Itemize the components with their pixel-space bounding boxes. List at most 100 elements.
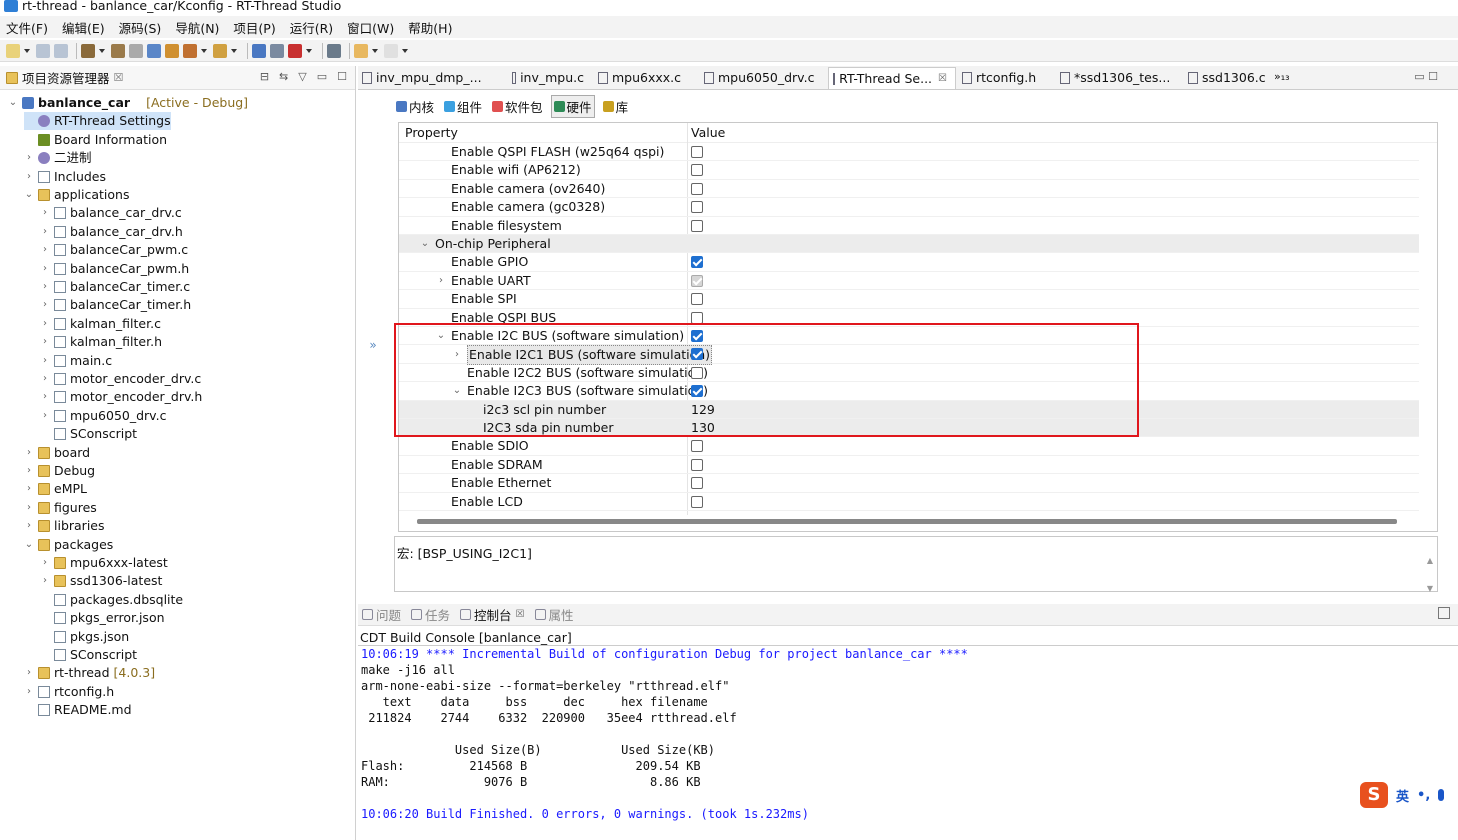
chevron-down-icon[interactable] (306, 48, 312, 53)
console-tab[interactable]: 问题 (362, 605, 401, 624)
property-row[interactable]: Enable camera (gc0328) (399, 198, 1419, 218)
chevron-icon[interactable]: › (24, 480, 34, 498)
chevron-icon[interactable]: › (40, 260, 50, 278)
editor-tab[interactable]: inv_mpu_dmp_... (358, 67, 506, 89)
menu-item[interactable]: 源码(S) (119, 18, 162, 37)
chevron-icon[interactable]: ⌄ (8, 94, 18, 112)
expand-panel-icon[interactable]: » (362, 334, 384, 356)
property-value-cell[interactable] (691, 143, 703, 163)
property-row[interactable]: Enable Ethernet (399, 474, 1419, 493)
settings-subtab[interactable]: 组件 (442, 96, 484, 117)
property-value-cell[interactable] (691, 161, 703, 181)
property-value-cell[interactable] (691, 180, 703, 200)
property-value-cell[interactable] (691, 290, 703, 310)
property-checkbox[interactable] (691, 311, 703, 324)
maximize-icon[interactable]: ☐ (337, 70, 347, 83)
property-row[interactable]: › Enable UART (399, 272, 1419, 291)
back-icon[interactable] (354, 43, 368, 58)
chevron-icon[interactable]: › (40, 296, 50, 314)
tree-item[interactable]: › balanceCar_timer.h (40, 296, 191, 314)
property-value-cell[interactable] (691, 198, 703, 218)
menu-item[interactable]: 编辑(E) (62, 18, 105, 37)
property-row[interactable]: ⌄ On-chip Peripheral (399, 235, 1419, 254)
chevron-icon[interactable]: ⌄ (24, 536, 34, 554)
property-checkbox[interactable] (691, 219, 703, 232)
tree-item[interactable]: › main.c (40, 352, 112, 370)
property-row[interactable]: Enable camera (ov2640) (399, 180, 1419, 200)
sdk-icon[interactable] (165, 43, 179, 58)
tree-item[interactable]: › libraries (24, 517, 105, 535)
menu-item[interactable]: 运行(R) (290, 18, 333, 37)
property-row[interactable]: Enable QSPI FLASH (w25q64 qspi) (399, 143, 1419, 163)
chevron-down-icon[interactable] (24, 48, 30, 53)
tree-item[interactable]: › rt-thread [4.0.3] (24, 664, 155, 682)
minimize-icon[interactable]: ▭ (317, 70, 327, 83)
editor-window-controls[interactable]: ▭ ☐ (1414, 70, 1438, 83)
tree-item[interactable]: › Debug (24, 462, 95, 480)
collapse-all-icon[interactable]: ⊟ (260, 70, 269, 83)
ime-language[interactable]: 英 (1396, 786, 1409, 805)
settings-subtab[interactable]: 软件包 (490, 96, 545, 117)
console-output[interactable]: 10:06:19 **** Incremental Build of confi… (358, 646, 1458, 822)
property-checkbox[interactable] (691, 146, 703, 158)
new-icon[interactable] (6, 43, 20, 58)
menu-item[interactable]: 窗口(W) (347, 18, 394, 37)
tree-item[interactable]: SConscript (40, 646, 137, 664)
tree-item[interactable]: RT-Thread Settings (24, 112, 171, 131)
tree-item[interactable]: ⌄ packages (24, 536, 114, 554)
download-icon[interactable] (213, 43, 227, 58)
property-checkbox[interactable] (691, 293, 703, 306)
chevron-icon[interactable]: › (24, 664, 34, 682)
property-value-cell[interactable] (691, 217, 703, 237)
tree-item[interactable]: › balanceCar_timer.c (40, 278, 190, 296)
console-tab[interactable]: 属性 (534, 605, 574, 624)
chip-icon[interactable] (270, 43, 284, 58)
property-value-cell[interactable] (691, 253, 703, 273)
macro-scrollbar[interactable]: ▲ ▼ (1427, 547, 1433, 603)
save-all-icon[interactable] (54, 43, 68, 58)
settings-subtab[interactable]: 硬件 (550, 94, 595, 118)
chevron-icon[interactable]: › (40, 333, 50, 351)
menu-item[interactable]: 项目(P) (233, 18, 275, 37)
tree-item[interactable]: › 二进制 (24, 149, 92, 167)
tree-item[interactable]: › board (24, 444, 90, 462)
property-checkbox[interactable] (691, 256, 703, 269)
tree-item[interactable]: SConscript (40, 425, 137, 443)
chevron-icon[interactable]: › (40, 407, 50, 425)
property-value-cell[interactable] (691, 493, 703, 513)
property-checkbox[interactable] (691, 201, 703, 214)
chevron-icon[interactable]: › (24, 168, 34, 186)
chevron-icon[interactable]: › (24, 149, 34, 167)
chevron-icon[interactable]: › (40, 223, 50, 241)
horizontal-scrollbar[interactable] (417, 519, 1397, 524)
debug-icon[interactable] (147, 43, 161, 58)
clean-icon[interactable] (129, 43, 143, 58)
chevron-down-icon[interactable] (231, 48, 237, 53)
chevron-down-icon[interactable] (402, 48, 408, 53)
close-icon[interactable]: ☒ (938, 68, 947, 90)
build-icon[interactable] (81, 43, 95, 58)
menu-item[interactable]: 导航(N) (175, 18, 219, 37)
close-icon[interactable]: ☒ (114, 71, 124, 84)
tree-item[interactable]: › mpu6050_drv.c (40, 407, 166, 425)
chevron-icon[interactable]: › (40, 241, 50, 259)
microphone-icon[interactable] (1438, 789, 1445, 801)
property-row[interactable]: Enable SDIO (399, 437, 1419, 456)
chevron-icon[interactable]: › (40, 278, 50, 296)
chevron-down-icon[interactable] (99, 48, 105, 53)
tree-item[interactable]: README.md (24, 701, 132, 719)
view-menu-icon[interactable]: ▽ (298, 70, 306, 83)
editor-tab[interactable]: mpu6050_drv.c (700, 67, 826, 89)
menu-item[interactable]: 帮助(H) (408, 18, 452, 37)
chevron-icon[interactable]: ⌄ (419, 235, 431, 253)
tree-item[interactable]: › eMPL (24, 480, 87, 498)
property-row[interactable]: Enable wifi (AP6212) (399, 161, 1419, 181)
property-checkbox[interactable] (691, 182, 703, 195)
menu-item[interactable]: 文件(F) (6, 18, 48, 37)
chevron-icon[interactable]: › (24, 499, 34, 517)
editor-tab[interactable]: inv_mpu.c (508, 67, 592, 89)
tree-item[interactable]: › balanceCar_pwm.c (40, 241, 188, 259)
tree-item[interactable]: packages.dbsqlite (40, 591, 183, 609)
chevron-icon[interactable]: ⌄ (24, 186, 34, 204)
chevron-icon[interactable]: › (40, 572, 50, 590)
